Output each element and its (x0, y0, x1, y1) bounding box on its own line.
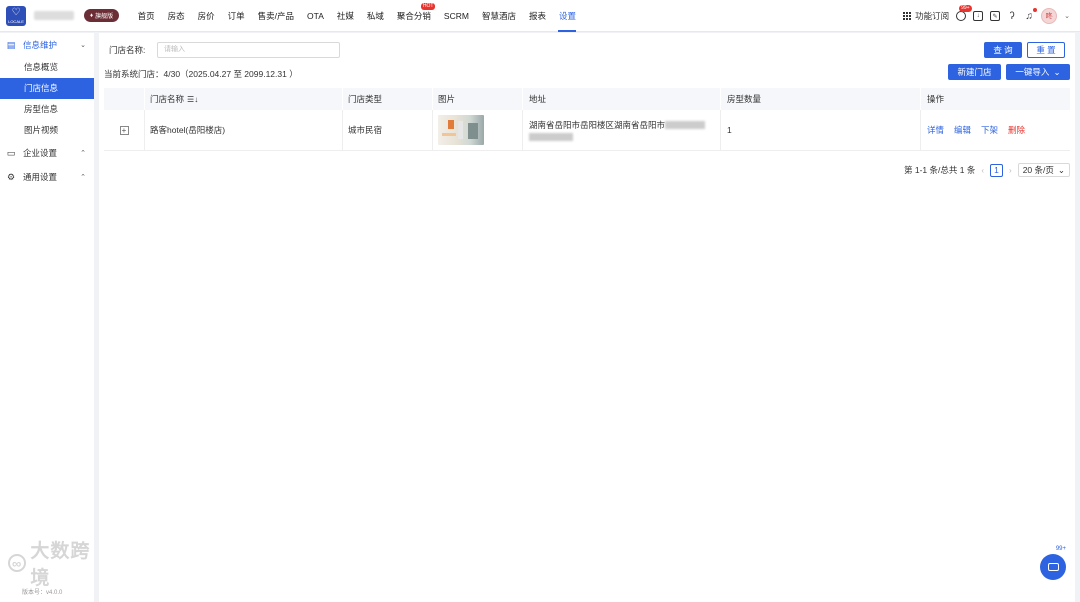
row-actions: 详情 编辑 下架 删除 (921, 110, 1070, 150)
table-row: + 路客hotel(岳阳楼店) 城市民宿 湖南省岳阳市岳阳楼区湖南省岳阳市 1 (104, 110, 1070, 151)
watermark-logo-icon: ∞ (8, 554, 27, 572)
address-redacted-line (529, 132, 573, 141)
app-logo[interactable]: ♡ LOCALE (6, 5, 26, 26)
store-type-cell: 城市民宿 (343, 110, 433, 150)
pagination: 第 1-1 条/总共 1 条 ‹ 1 › 20 条/页 ⌄ (904, 163, 1070, 177)
chat-bubble-icon (1047, 563, 1059, 571)
nav-ota[interactable]: OTA (301, 0, 331, 32)
sidebar-item-images-videos[interactable]: 图片视频 (0, 120, 94, 141)
account-name-blurred (34, 11, 74, 20)
store-table: 门店名称 ☰↓ 门店类型 图片 地址 房型数量 操作 + 路客hotel(岳阳楼… (104, 88, 1070, 151)
page-size-select[interactable]: 20 条/页 ⌄ (1017, 163, 1070, 177)
prev-page-icon[interactable]: ‹ (981, 166, 984, 175)
sidebar-item-info-overview[interactable]: 信息概览 (0, 57, 94, 78)
next-page-icon[interactable]: › (1009, 166, 1012, 175)
avatar[interactable]: 咚 (1041, 8, 1058, 24)
chevron-up-icon: ⌃ (80, 150, 86, 157)
chevron-down-icon: ⌄ (1057, 164, 1065, 175)
top-right-toolbar: 功能订阅 99+ ↓ ✎ ʔ ♫ 咚 ⌄ (903, 0, 1070, 32)
nav-settings[interactable]: 设置 (552, 0, 582, 32)
col-room-count: 房型数量 (721, 88, 921, 110)
store-name-cell: 路客hotel(岳阳楼店) (145, 110, 343, 150)
store-name-label: 门店名称: (109, 45, 146, 55)
download-icon[interactable]: ↓ (973, 11, 984, 21)
chevron-down-icon[interactable]: ⌄ (1064, 12, 1070, 20)
sidebar-item-room-type-info[interactable]: 房型信息 (0, 99, 94, 120)
col-address: 地址 (523, 88, 721, 110)
sidebar-group-info-maintenance[interactable]: ▤ 信息维护 ⌄ (0, 33, 94, 57)
nav-sales-products[interactable]: 售卖/产品 (251, 0, 300, 32)
bell-icon[interactable]: ♫ (1024, 8, 1038, 22)
unpublish-link[interactable]: 下架 (981, 124, 998, 136)
col-actions: 操作 (927, 94, 945, 104)
page-number[interactable]: 1 (990, 163, 1004, 177)
sidebar-item-store-info[interactable]: 门店信息 (0, 78, 94, 99)
main-content: 门店名称: 请输入 查 询 重 置 当前系统门店：4/30（2025.04.27… (99, 33, 1075, 602)
nav-scrm[interactable]: SCRM (437, 0, 475, 32)
edition-badge: ♦ 旗舰版 (84, 9, 120, 22)
reset-button[interactable]: 重 置 (1027, 42, 1065, 58)
col-image: 图片 (433, 88, 523, 110)
chevron-up-icon: ⌃ (80, 174, 86, 181)
col-store-type: 门店类型 (343, 88, 433, 110)
chat-support-button[interactable]: 99+ (1040, 546, 1068, 580)
expand-row-icon[interactable]: + (119, 125, 129, 135)
nav-reports[interactable]: 报表 (522, 0, 552, 32)
details-link[interactable]: 详情 (927, 124, 944, 136)
nav-social-media[interactable]: 社媒 (330, 0, 360, 32)
chat-badge: 99+ (1053, 546, 1068, 552)
address-cell: 湖南省岳阳市岳阳楼区湖南省岳阳市 (529, 120, 706, 141)
pagination-summary: 第 1-1 条/总共 1 条 (904, 165, 976, 175)
message-badge: 99+ (959, 5, 972, 12)
query-button[interactable]: 查 询 (984, 42, 1022, 58)
room-count-cell: 1 (721, 110, 921, 150)
address-redacted (665, 121, 706, 130)
top-navbar: ♡ LOCALE ♦ 旗舰版 首页 房态 房价 订单 售卖/产品 OTA 社媒 私… (0, 0, 1080, 32)
feature-subscription-button[interactable]: 功能订阅 (903, 10, 949, 22)
hot-badge: HOT (420, 2, 436, 10)
one-click-import-button[interactable]: 一键导入 ⌄ (1006, 64, 1070, 80)
nav-room-price[interactable]: 房价 (191, 0, 221, 32)
support-icon[interactable]: ʔ (1007, 11, 1017, 22)
info-doc-icon: ▤ (6, 39, 16, 50)
new-store-button[interactable]: 新建门店 (948, 64, 1001, 80)
nav-home[interactable]: 首页 (131, 0, 161, 32)
version-text: 版本号：v4.0.0 (22, 590, 63, 596)
sidebar-group-enterprise-settings[interactable]: ▭ 企业设置 ⌃ (0, 141, 94, 165)
nav-smart-hotel[interactable]: 智慧酒店 (475, 0, 522, 32)
apps-grid-icon (903, 11, 912, 21)
sidebar-group-general-settings[interactable]: ⚙ 通用设置 ⌃ (0, 165, 94, 189)
nav-aggregated-distribution[interactable]: 聚合分销 HOT (390, 0, 437, 32)
sidebar: ▤ 信息维护 ⌄ 信息概览 门店信息 房型信息 图片视频 ▭ 企业设置 ⌃ ⚙ … (0, 33, 94, 602)
gem-icon: ♦ (90, 12, 94, 19)
enterprise-icon: ▭ (6, 147, 16, 158)
chevron-down-icon: ⌄ (1053, 66, 1061, 77)
sort-icon[interactable]: ☰↓ (187, 95, 198, 104)
col-store-name: 门店名称 ☰↓ (145, 88, 343, 110)
nav-private-domain[interactable]: 私域 (360, 0, 390, 32)
gear-icon: ⚙ (6, 171, 16, 182)
store-count-text: 当前系统门店：4/30（2025.04.27 至 2099.12.31 ） (104, 69, 298, 79)
nav-room-status[interactable]: 房态 (161, 0, 191, 32)
nav-orders[interactable]: 订单 (221, 0, 251, 32)
table-header: 门店名称 ☰↓ 门店类型 图片 地址 房型数量 操作 (104, 88, 1070, 110)
store-name-input[interactable]: 请输入 (157, 42, 340, 58)
edit-icon[interactable]: ✎ (990, 11, 1001, 21)
main-nav: 首页 房态 房价 订单 售卖/产品 OTA 社媒 私域 聚合分销 HOT SCRM… (131, 0, 582, 32)
store-thumbnail-image[interactable] (438, 115, 484, 145)
chevron-down-icon: ⌄ (80, 42, 86, 49)
filter-row: 门店名称: 请输入 (109, 42, 340, 58)
edit-link[interactable]: 编辑 (954, 124, 971, 136)
message-icon[interactable]: 99+ (956, 5, 972, 21)
watermark: ∞ 大数跨境 (8, 536, 94, 590)
delete-link[interactable]: 删除 (1008, 124, 1025, 136)
